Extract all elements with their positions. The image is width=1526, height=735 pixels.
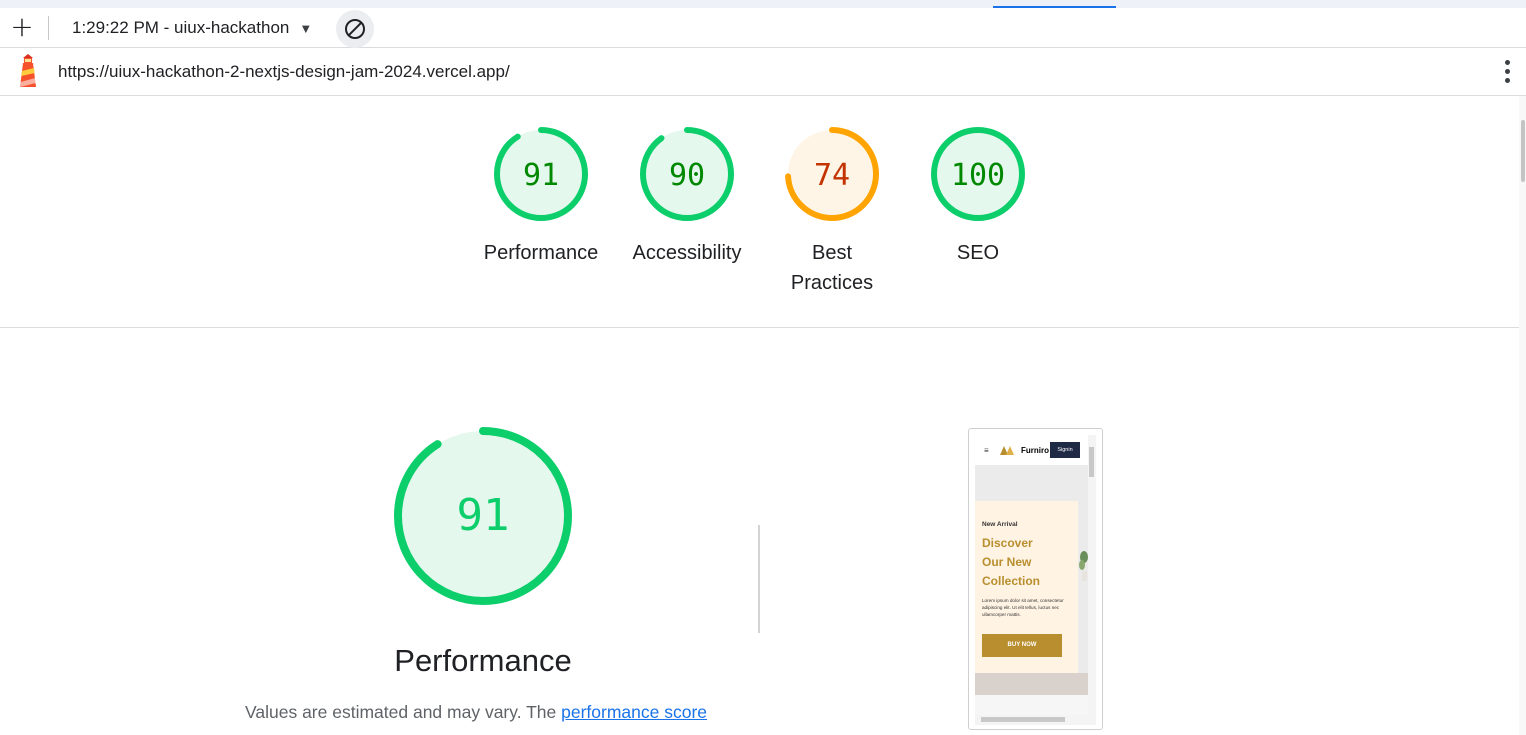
performance-title: Performance (394, 643, 572, 678)
lighthouse-icon (20, 54, 36, 87)
gauge-label-line2: Practices (790, 272, 874, 294)
screenshot-hscroll-thumb (981, 717, 1065, 722)
performance-score-link[interactable]: performance score (561, 702, 707, 722)
hero-heading-line3: Collection (982, 574, 1041, 588)
furniro-logo-icon (1000, 446, 1014, 455)
screenshot-vscroll (1088, 435, 1096, 725)
gauge-label: Accessibility (632, 242, 742, 264)
performance-score: 91 (457, 490, 510, 541)
hero-floor (975, 673, 1088, 695)
gauge-score: 100 (951, 158, 1005, 193)
screenshot-vscroll-thumb (1089, 447, 1094, 477)
page-scrollbar[interactable] (1519, 96, 1526, 735)
clear-report-button[interactable] (336, 10, 374, 48)
more-options-icon[interactable] (1496, 58, 1518, 86)
performance-big-gauge: 91 (394, 427, 572, 605)
final-screenshot[interactable]: ≡ Furniro Signin New Arrival Discover Our… (968, 428, 1103, 730)
caret-down-icon: ▼ (299, 21, 313, 36)
hero-heading-line2: Our New (982, 555, 1032, 569)
site-brand: Furniro (1021, 446, 1049, 455)
gauge-score: 91 (523, 158, 559, 193)
tab-strip (0, 0, 1526, 8)
hero-heading: Discover Our New Collection (982, 534, 1040, 591)
hero-body-text: Lorem ipsum dolor sit amet, consectetur … (982, 598, 1064, 617)
gauge-score: 74 (814, 158, 850, 193)
best-practices-gauge-ring: 74 (785, 127, 879, 221)
performance-description: Values are estimated and may vary. The p… (245, 702, 707, 723)
devtools-toolbar: + 1:29:22 PM - uiux-hackathon ▼ (0, 8, 1526, 48)
section-divider (0, 327, 1519, 328)
report-url[interactable]: https://uiux-hackathon-2-nextjs-design-j… (58, 62, 510, 82)
seo-gauge-ring: 100 (931, 127, 1025, 221)
toolbar-divider (48, 16, 49, 40)
block-icon (345, 19, 365, 39)
new-report-button[interactable]: + (8, 13, 36, 42)
report-selector[interactable]: 1:29:22 PM - uiux-hackathon ▼ (72, 18, 312, 40)
gauge-label: Best Practices (762, 238, 902, 298)
gauge-score: 90 (669, 158, 705, 193)
description-text: Values are estimated and may vary. The (245, 702, 562, 722)
performance-gauge-ring: 91 (494, 127, 588, 221)
gauge-accessibility[interactable]: 90 Accessibility (617, 124, 757, 268)
site-nav: ≡ Furniro Signin (975, 435, 1088, 465)
gauge-performance[interactable]: 91 Performance (471, 124, 611, 268)
page-scrollbar-thumb[interactable] (1521, 120, 1525, 182)
hero-heading-line1: Discover (982, 536, 1033, 550)
gauge-best-practices[interactable]: 74 Best Practices (762, 124, 902, 298)
gauge-label: Performance (483, 242, 599, 264)
url-bar: https://uiux-hackathon-2-nextjs-design-j… (0, 48, 1526, 96)
signin-button: Signin (1050, 442, 1080, 458)
gauge-label-line1: Best (811, 242, 853, 264)
page-bottom (975, 695, 1088, 715)
plant-icon (1079, 551, 1088, 581)
menu-icon: ≡ (984, 446, 989, 455)
buy-now-button: BUY NOW (982, 634, 1062, 657)
gauge-label: SEO (956, 242, 1000, 264)
accessibility-gauge-ring: 90 (640, 127, 734, 221)
gauge-seo[interactable]: 100 SEO (908, 124, 1048, 268)
report-title: 1:29:22 PM - uiux-hackathon (72, 18, 290, 37)
vertical-divider (758, 525, 760, 633)
new-arrival-label: New Arrival (982, 521, 1018, 528)
screenshot-viewport: ≡ Furniro Signin New Arrival Discover Our… (975, 435, 1096, 725)
